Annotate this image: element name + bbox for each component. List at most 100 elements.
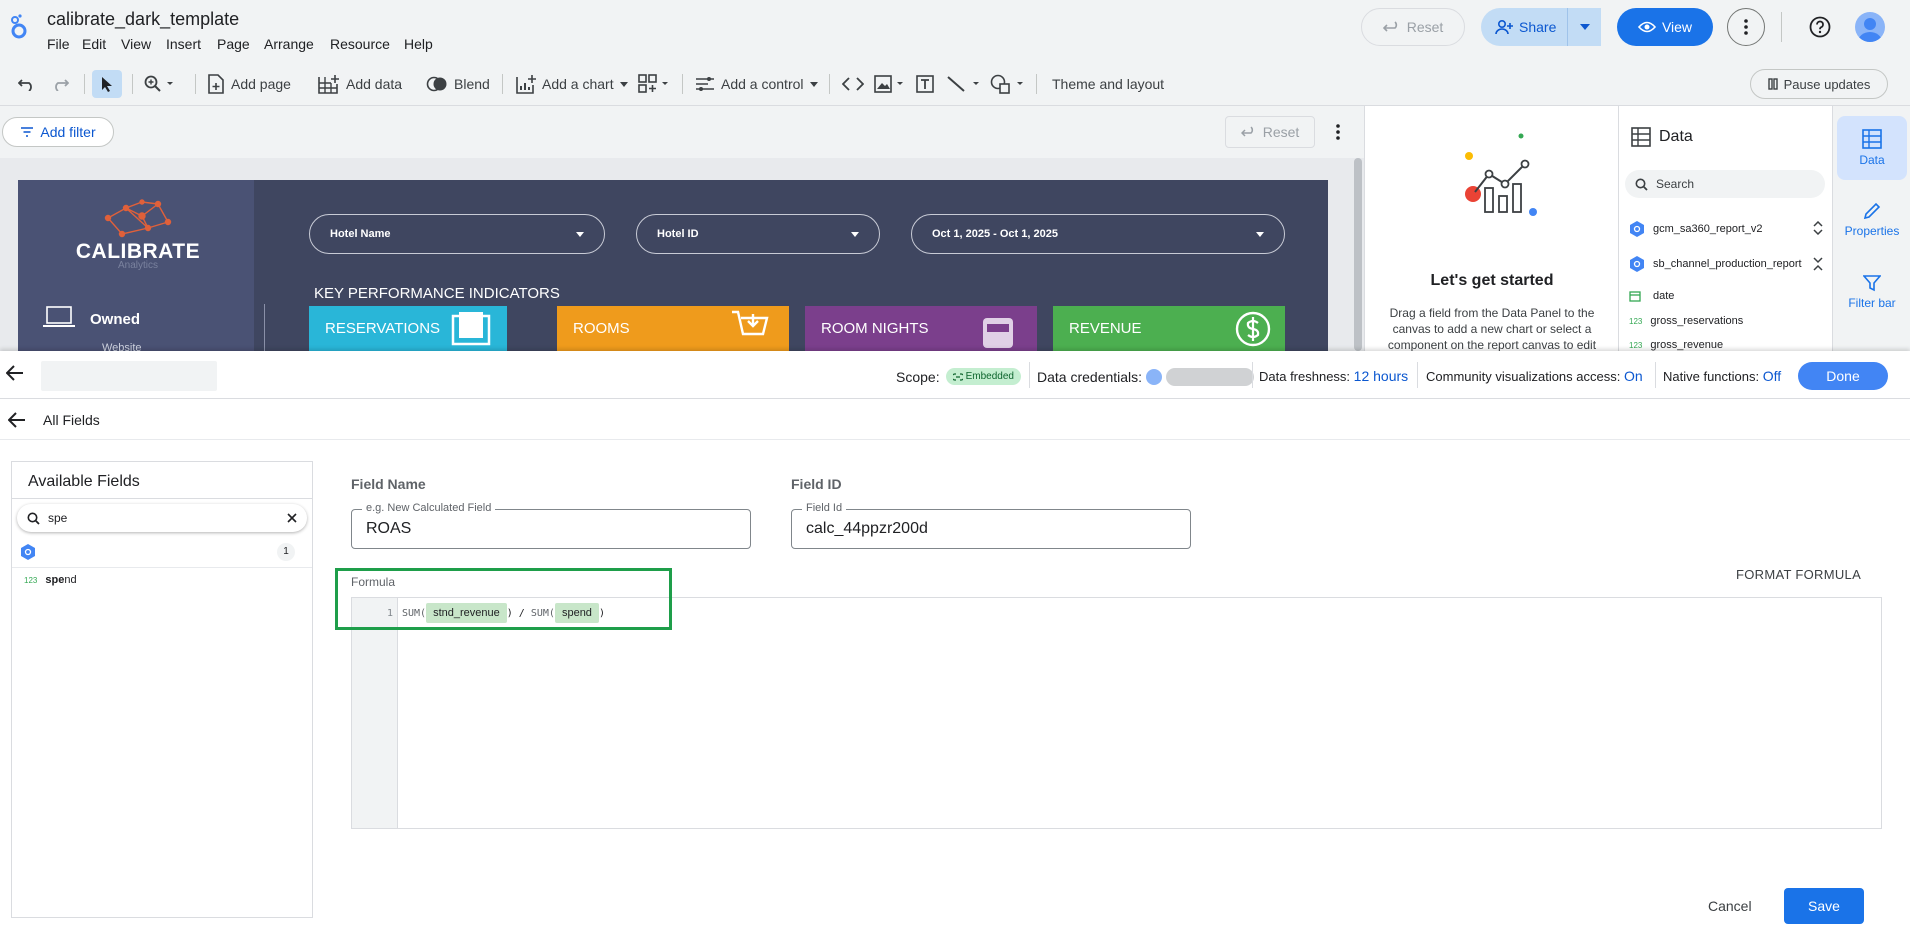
component-menu-icon[interactable] bbox=[638, 70, 670, 98]
format-formula-button[interactable]: FORMAT FORMULA bbox=[1736, 567, 1861, 582]
data-credentials-indicator[interactable]: Data credentials: bbox=[1037, 368, 1255, 386]
undo-icon[interactable] bbox=[18, 70, 36, 98]
breadcrumb-all-fields[interactable]: All Fields bbox=[43, 412, 100, 428]
filter-reset-button[interactable]: Reset bbox=[1225, 116, 1315, 148]
caret-down-icon bbox=[1579, 24, 1590, 30]
kpi-card-revenue[interactable]: REVENUE bbox=[1053, 306, 1285, 351]
blend-label: Blend bbox=[454, 76, 490, 92]
field-date[interactable]: date bbox=[1629, 290, 1674, 302]
divider bbox=[1655, 362, 1656, 388]
data-source-gcm[interactable]: gcm_sa360_report_v2 bbox=[1629, 221, 1762, 237]
document-title[interactable]: calibrate_dark_template bbox=[47, 9, 239, 30]
community-visualizations-indicator[interactable]: Community visualizations access: On bbox=[1426, 368, 1643, 384]
field-name-input[interactable]: e.g. New Calculated Field ROAS bbox=[351, 502, 751, 549]
field-gross-revenue[interactable]: 123 gross_revenue bbox=[1629, 339, 1723, 351]
report-sidebar: CALIBRATE Analytics Owned Website bbox=[18, 180, 254, 351]
calendar-icon bbox=[451, 312, 491, 346]
menu-insert[interactable]: Insert bbox=[166, 36, 201, 52]
collapse-icon[interactable] bbox=[1813, 257, 1823, 271]
calendar-icon bbox=[1629, 291, 1641, 302]
text-box-icon[interactable] bbox=[916, 70, 934, 98]
field-id-input[interactable]: Field Id calc_44ppzr200d bbox=[791, 502, 1191, 549]
rail-properties-button[interactable]: Properties bbox=[1837, 188, 1907, 252]
back-arrow-icon[interactable] bbox=[6, 365, 24, 381]
community-visualizations-value[interactable]: On bbox=[1624, 368, 1643, 384]
data-search-input[interactable]: Search bbox=[1625, 170, 1825, 198]
scope-value: Embedded bbox=[965, 371, 1014, 382]
add-chart-button[interactable]: Add a chart bbox=[516, 70, 628, 98]
zoom-icon[interactable] bbox=[144, 70, 174, 98]
menu-arrange[interactable]: Arrange bbox=[264, 36, 314, 52]
menu-file[interactable]: File bbox=[47, 36, 70, 52]
back-arrow-icon[interactable] bbox=[8, 412, 26, 428]
canvas-scrollbar[interactable] bbox=[1354, 158, 1362, 351]
menu-help[interactable]: Help bbox=[404, 36, 433, 52]
owned-label: Owned bbox=[90, 311, 141, 328]
add-page-button[interactable]: Add page bbox=[207, 70, 291, 98]
native-functions-value[interactable]: Off bbox=[1763, 368, 1781, 384]
data-source-icon[interactable] bbox=[20, 544, 36, 560]
add-filter-button[interactable]: Add filter bbox=[2, 117, 114, 147]
reset-button[interactable]: Reset bbox=[1361, 8, 1465, 46]
more-options-button[interactable] bbox=[1727, 8, 1765, 46]
line-tool-icon[interactable] bbox=[946, 70, 982, 98]
avatar[interactable] bbox=[1855, 12, 1885, 42]
add-filter-label: Add filter bbox=[40, 124, 96, 140]
done-button[interactable]: Done bbox=[1798, 362, 1888, 390]
kpi-card-room-nights[interactable]: ROOM NIGHTS bbox=[805, 306, 1037, 351]
divider bbox=[264, 304, 265, 351]
rail-filter-bar-button[interactable]: Filter bar bbox=[1837, 260, 1907, 324]
number-type-icon: 123 bbox=[1629, 340, 1643, 350]
kpi-card-rooms[interactable]: ROOMS bbox=[557, 306, 789, 351]
data-freshness-value[interactable]: 12 hours bbox=[1354, 368, 1408, 384]
expand-icon[interactable] bbox=[1813, 221, 1823, 235]
formula-editor[interactable]: 1 SUM(stnd_revenue) / SUM(spend) bbox=[351, 597, 1882, 829]
divider bbox=[1781, 12, 1782, 42]
hotel-name-filter[interactable]: Hotel Name bbox=[309, 214, 605, 254]
cancel-button[interactable]: Cancel bbox=[1708, 898, 1752, 914]
menu-page[interactable]: Page bbox=[217, 36, 250, 52]
data-freshness-indicator[interactable]: Data freshness: 12 hours bbox=[1259, 368, 1408, 384]
menu-resource[interactable]: Resource bbox=[330, 36, 390, 52]
funnel-icon bbox=[1863, 275, 1881, 292]
hotel-id-filter[interactable]: Hotel ID bbox=[636, 214, 880, 254]
divider bbox=[502, 74, 503, 94]
save-button[interactable]: Save bbox=[1784, 888, 1864, 924]
rail-data-button[interactable]: Data bbox=[1837, 116, 1907, 180]
divider bbox=[0, 398, 1910, 399]
add-data-button[interactable]: Add data bbox=[318, 70, 402, 98]
shape-tool-icon[interactable] bbox=[990, 70, 1026, 98]
blend-button[interactable]: Blend bbox=[426, 70, 490, 98]
get-started-panel: Let's get started Drag a field from the … bbox=[1364, 106, 1618, 351]
select-tool-icon[interactable] bbox=[92, 70, 122, 98]
divider bbox=[132, 74, 133, 94]
data-table-icon bbox=[1862, 129, 1882, 149]
credentials-avatar bbox=[1146, 369, 1163, 385]
add-control-button[interactable]: Add a control bbox=[695, 70, 818, 98]
more-vert-icon[interactable] bbox=[1336, 124, 1340, 140]
field-gross-reservations[interactable]: 123 gross_reservations bbox=[1629, 315, 1743, 327]
data-source-sb-channel[interactable]: sb_channel_production_report bbox=[1629, 256, 1802, 272]
report-page[interactable]: CALIBRATE Analytics Owned Website Hotel … bbox=[18, 180, 1328, 351]
caret-down-icon bbox=[851, 231, 859, 237]
help-icon[interactable] bbox=[1809, 16, 1831, 38]
field-item-spend[interactable]: 123 spend bbox=[24, 574, 77, 586]
divider bbox=[84, 74, 85, 94]
view-button[interactable]: View bbox=[1617, 8, 1713, 46]
looker-studio-logo-icon[interactable] bbox=[8, 14, 30, 40]
divider bbox=[1252, 362, 1253, 388]
menu-view[interactable]: View bbox=[121, 36, 151, 52]
code-embed-icon[interactable] bbox=[842, 70, 864, 98]
date-range-filter[interactable]: Oct 1, 2025 - Oct 1, 2025 bbox=[911, 214, 1285, 254]
redo-icon[interactable] bbox=[51, 70, 69, 98]
toolbar: Add page Add data Blend Add a chart Add … bbox=[0, 62, 1910, 106]
pause-updates-button[interactable]: Pause updates bbox=[1750, 69, 1888, 99]
native-functions-indicator[interactable]: Native functions: Off bbox=[1663, 368, 1781, 384]
image-icon[interactable] bbox=[874, 70, 906, 98]
theme-and-layout-button[interactable]: Theme and layout bbox=[1052, 70, 1164, 98]
field-search-input[interactable]: spe bbox=[17, 504, 307, 532]
search-icon bbox=[1635, 178, 1648, 191]
kpi-card-reservations[interactable]: RESERVATIONS bbox=[309, 306, 507, 351]
rail-filter-bar-label: Filter bar bbox=[1848, 296, 1896, 310]
menu-edit[interactable]: Edit bbox=[82, 36, 106, 52]
